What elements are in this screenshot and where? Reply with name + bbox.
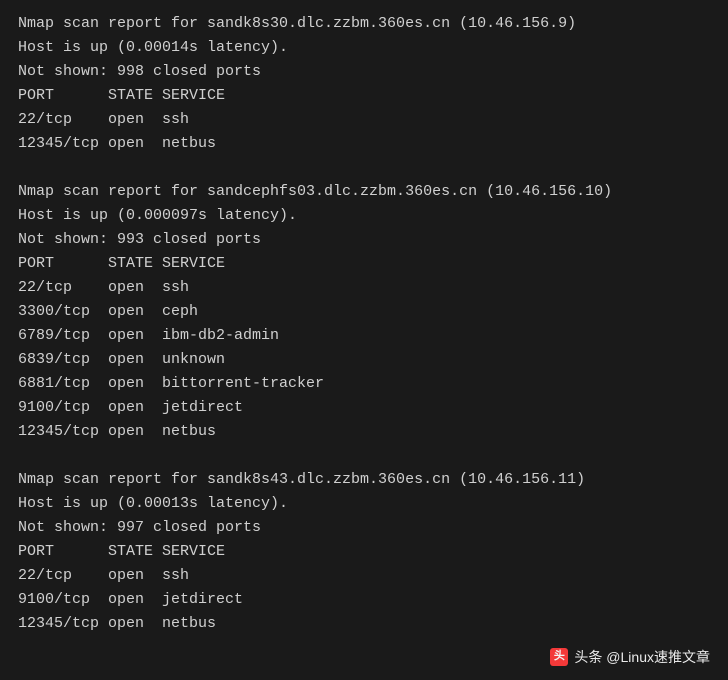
scan-report-header: Nmap scan report for sandk8s30.dlc.zzbm.… (18, 12, 710, 36)
watermark: 头 头条 @Linux速推文章 (550, 646, 710, 668)
host-status-line: Host is up (0.000097s latency). (18, 204, 710, 228)
port-table-row: 9100/tcp open jetdirect (18, 396, 710, 420)
scan-report-header: Nmap scan report for sandk8s43.dlc.zzbm.… (18, 468, 710, 492)
scan-report-block: Nmap scan report for sandk8s30.dlc.zzbm.… (18, 12, 710, 156)
toutiao-icon: 头 (550, 648, 568, 666)
scan-report-block: Nmap scan report for sandcephfs03.dlc.zz… (18, 180, 710, 444)
scan-report-block: Nmap scan report for sandk8s43.dlc.zzbm.… (18, 468, 710, 636)
port-table-row: 12345/tcp open netbus (18, 132, 710, 156)
not-shown-line: Not shown: 997 closed ports (18, 516, 710, 540)
port-table-row: 12345/tcp open netbus (18, 612, 710, 636)
port-table-header: PORT STATE SERVICE (18, 84, 710, 108)
port-table-header: PORT STATE SERVICE (18, 252, 710, 276)
terminal-output: Nmap scan report for sandk8s30.dlc.zzbm.… (18, 12, 710, 636)
port-table-row: 6839/tcp open unknown (18, 348, 710, 372)
port-table-row: 22/tcp open ssh (18, 564, 710, 588)
port-table-row: 22/tcp open ssh (18, 108, 710, 132)
port-table-row: 6789/tcp open ibm-db2-admin (18, 324, 710, 348)
not-shown-line: Not shown: 993 closed ports (18, 228, 710, 252)
port-table-header: PORT STATE SERVICE (18, 540, 710, 564)
host-status-line: Host is up (0.00013s latency). (18, 492, 710, 516)
host-status-line: Host is up (0.00014s latency). (18, 36, 710, 60)
port-table-row: 3300/tcp open ceph (18, 300, 710, 324)
scan-report-header: Nmap scan report for sandcephfs03.dlc.zz… (18, 180, 710, 204)
port-table-row: 22/tcp open ssh (18, 276, 710, 300)
port-table-row: 12345/tcp open netbus (18, 420, 710, 444)
port-table-row: 6881/tcp open bittorrent-tracker (18, 372, 710, 396)
watermark-label: 头条 @Linux速推文章 (574, 646, 710, 668)
port-table-row: 9100/tcp open jetdirect (18, 588, 710, 612)
not-shown-line: Not shown: 998 closed ports (18, 60, 710, 84)
